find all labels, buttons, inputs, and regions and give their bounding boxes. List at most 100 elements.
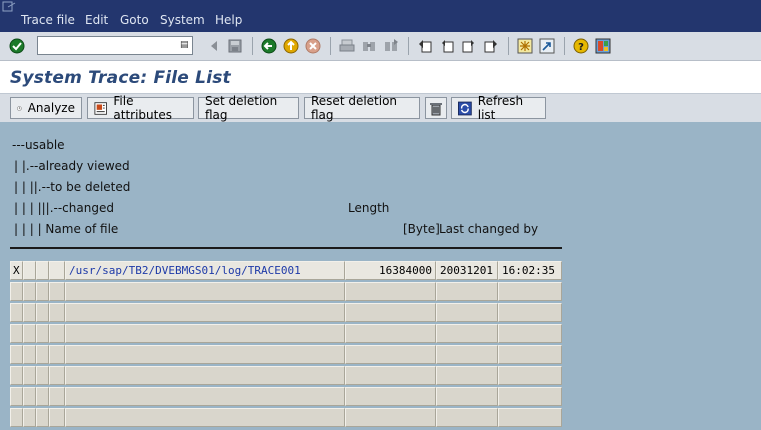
usable-flag[interactable] (10, 303, 23, 322)
deleted-flag[interactable] (36, 261, 49, 280)
usable-flag[interactable] (10, 345, 23, 364)
viewed-flag[interactable] (23, 303, 36, 322)
exit-icon[interactable] (282, 36, 300, 56)
usable-flag[interactable] (10, 282, 23, 301)
date-cell[interactable] (436, 282, 498, 301)
date-cell[interactable] (436, 387, 498, 406)
last-page-icon[interactable] (482, 36, 500, 56)
changed-flag[interactable] (49, 324, 65, 343)
analyze-button[interactable]: Analyze (10, 97, 82, 119)
back-icon[interactable] (205, 36, 223, 56)
usable-flag[interactable] (10, 366, 23, 385)
deleted-flag[interactable] (36, 408, 49, 427)
length-cell[interactable] (345, 366, 436, 385)
find-icon[interactable] (360, 36, 378, 56)
time-cell[interactable] (498, 387, 562, 406)
changed-flag[interactable] (49, 282, 65, 301)
reset-deletion-flag-button[interactable]: Reset deletion flag (304, 94, 420, 122)
menu-goto[interactable]: Goto (120, 13, 149, 27)
deleted-flag[interactable] (36, 387, 49, 406)
file-name-cell[interactable] (65, 366, 345, 385)
next-page-icon[interactable] (460, 36, 478, 56)
date-cell[interactable] (436, 366, 498, 385)
create-session-icon[interactable] (516, 36, 534, 56)
command-history-icon[interactable]: ▤ (180, 39, 190, 51)
menu-trace-file[interactable]: Trace file (21, 13, 75, 27)
length-cell[interactable] (345, 345, 436, 364)
command-field[interactable]: ▤ (37, 36, 193, 55)
time-cell[interactable] (498, 408, 562, 427)
viewed-flag[interactable] (23, 366, 36, 385)
file-attributes-label: File attributes (113, 94, 172, 122)
deleted-flag[interactable] (36, 366, 49, 385)
file-name-cell[interactable] (65, 345, 345, 364)
viewed-flag[interactable] (23, 324, 36, 343)
refresh-icon (458, 101, 472, 115)
shortcut-icon[interactable] (538, 36, 556, 56)
time-cell[interactable]: 16:02:35 (498, 261, 562, 280)
deleted-flag[interactable] (36, 324, 49, 343)
layout-icon[interactable] (594, 36, 612, 56)
file-name-cell[interactable] (65, 282, 345, 301)
system-menu-icon[interactable] (2, 1, 16, 13)
time-cell[interactable] (498, 324, 562, 343)
help-icon[interactable]: ? (572, 36, 590, 56)
length-cell[interactable] (345, 324, 436, 343)
viewed-flag[interactable] (23, 387, 36, 406)
back-nav-icon[interactable] (260, 36, 278, 56)
file-name-cell[interactable] (65, 303, 345, 322)
date-cell[interactable] (436, 303, 498, 322)
refresh-list-button[interactable]: Refresh list (451, 94, 546, 122)
date-cell[interactable] (436, 324, 498, 343)
menu-help[interactable]: Help (215, 13, 242, 27)
deleted-flag[interactable] (36, 303, 49, 322)
usable-flag[interactable] (10, 324, 23, 343)
print-icon[interactable] (338, 36, 356, 56)
length-cell[interactable] (345, 408, 436, 427)
previous-page-icon[interactable] (438, 36, 456, 56)
date-cell[interactable] (436, 345, 498, 364)
delete-button[interactable] (425, 97, 447, 119)
file-name-cell[interactable] (65, 324, 345, 343)
changed-flag[interactable] (49, 345, 65, 364)
time-cell[interactable] (498, 303, 562, 322)
viewed-flag[interactable] (23, 282, 36, 301)
deleted-flag[interactable] (36, 345, 49, 364)
enter-icon[interactable] (8, 36, 26, 56)
set-deletion-flag-label: Set deletion flag (205, 94, 278, 122)
changed-flag[interactable] (49, 387, 65, 406)
file-attributes-button[interactable]: File attributes (87, 94, 194, 122)
first-page-icon[interactable] (416, 36, 434, 56)
length-cell[interactable] (345, 303, 436, 322)
time-cell[interactable] (498, 282, 562, 301)
file-name-cell[interactable]: /usr/sap/TB2/DVEBMGS01/log/TRACE001 (65, 261, 345, 280)
deleted-flag[interactable] (36, 282, 49, 301)
usable-flag[interactable] (10, 387, 23, 406)
file-name-cell[interactable] (65, 387, 345, 406)
length-cell[interactable]: 16384000 (345, 261, 436, 280)
viewed-flag[interactable] (23, 261, 36, 280)
menu-system[interactable]: System (160, 13, 205, 27)
length-cell[interactable] (345, 387, 436, 406)
time-cell[interactable] (498, 366, 562, 385)
time-cell[interactable] (498, 345, 562, 364)
changed-flag[interactable] (49, 408, 65, 427)
changed-flag[interactable] (49, 303, 65, 322)
viewed-flag[interactable] (23, 408, 36, 427)
date-cell[interactable] (436, 408, 498, 427)
legend-changed: | | | |||.--changed (14, 201, 114, 215)
viewed-flag[interactable] (23, 345, 36, 364)
save-icon[interactable] (226, 36, 244, 56)
command-input[interactable] (41, 38, 181, 55)
set-deletion-flag-button[interactable]: Set deletion flag (198, 94, 299, 122)
usable-flag[interactable]: X (10, 261, 23, 280)
length-cell[interactable] (345, 282, 436, 301)
cancel-icon[interactable] (304, 36, 322, 56)
find-next-icon[interactable] (382, 36, 400, 56)
menu-edit[interactable]: Edit (85, 13, 108, 27)
changed-flag[interactable] (49, 366, 65, 385)
changed-flag[interactable] (49, 261, 65, 280)
usable-flag[interactable] (10, 408, 23, 427)
date-cell[interactable]: 20031201 (436, 261, 498, 280)
file-name-cell[interactable] (65, 408, 345, 427)
